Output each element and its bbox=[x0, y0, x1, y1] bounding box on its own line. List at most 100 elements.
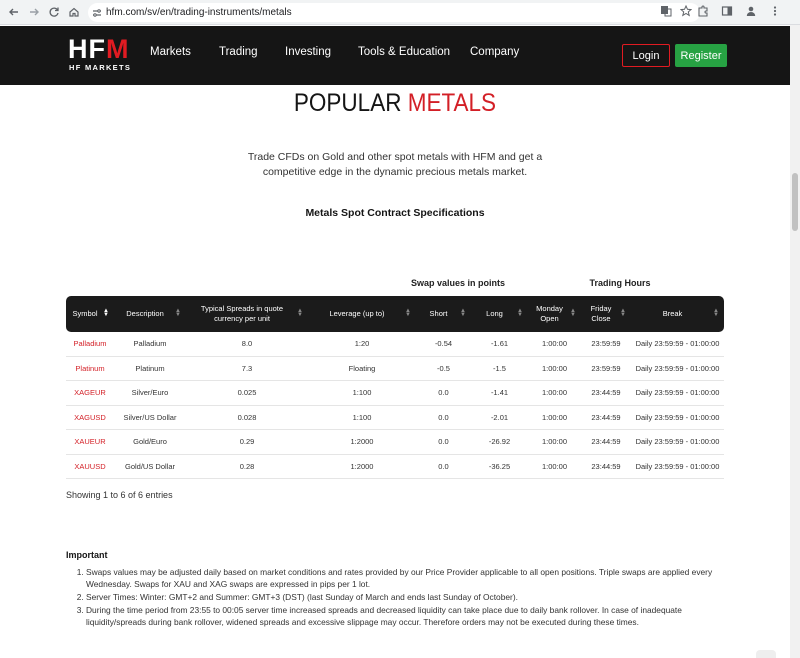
nav-markets[interactable]: Markets bbox=[150, 46, 191, 58]
cell-spread: 8.0 bbox=[186, 332, 308, 357]
col-header-label: Friday Close bbox=[590, 304, 612, 323]
cell-break: Daily 23:59:59 - 01:00:00 bbox=[631, 455, 724, 479]
col-header-symbol[interactable]: Symbol ▲ ▼ bbox=[66, 296, 114, 332]
cell-symbol[interactable]: Platinum bbox=[66, 357, 114, 381]
url-text: hfm.com/sv/en/trading-instruments/metals bbox=[106, 7, 292, 18]
sort-icon: ▲ ▼ bbox=[570, 308, 576, 318]
cell-monday-open: 1:00:00 bbox=[528, 430, 581, 455]
page-scrollbar[interactable] bbox=[790, 25, 800, 658]
col-header-spreads[interactable]: Typical Spreads in quote currency per un… bbox=[186, 296, 308, 332]
logo-subtitle: HF MARKETS bbox=[69, 63, 132, 72]
col-header-monday-open[interactable]: Monday Open ▲ ▼ bbox=[528, 296, 581, 332]
col-header-label: Break bbox=[662, 309, 683, 318]
cell-leverage: 1:100 bbox=[308, 406, 416, 430]
cell-description: Platinum bbox=[114, 357, 186, 381]
cell-monday-open: 1:00:00 bbox=[528, 332, 581, 357]
forward-icon[interactable] bbox=[23, 1, 45, 23]
floating-widget-edge bbox=[756, 650, 776, 658]
nav-company[interactable]: Company bbox=[470, 46, 519, 58]
cell-friday-close: 23:44:59 bbox=[581, 430, 631, 455]
cell-leverage: 1:100 bbox=[308, 381, 416, 406]
cell-long: -36.25 bbox=[471, 455, 528, 479]
cell-short: -0.5 bbox=[416, 357, 471, 381]
sort-icon: ▲ ▼ bbox=[620, 308, 626, 318]
extensions-icon[interactable] bbox=[696, 4, 710, 18]
cell-symbol[interactable]: XAUUSD bbox=[66, 455, 114, 479]
cell-long: -26.92 bbox=[471, 430, 528, 455]
important-heading: Important bbox=[66, 550, 108, 560]
trading-hours-group-label: Trading Hours bbox=[589, 278, 651, 288]
site-info-icon[interactable] bbox=[88, 8, 106, 18]
logo-mark: HFM bbox=[68, 34, 130, 64]
nav-investing[interactable]: Investing bbox=[285, 46, 331, 58]
table-body: Palladium Palladium 8.0 1:20 -0.54 -1.61 1:00:… bbox=[66, 332, 724, 479]
col-header-break[interactable]: Break ▲ ▼ bbox=[631, 296, 724, 332]
cell-spread: 0.025 bbox=[186, 381, 308, 406]
metals-spec-table: Symbol ▲ ▼ Description ▲ ▼ Typical Spreads i… bbox=[66, 296, 724, 479]
site-header: HFM HF MARKETS Markets Trading Investing… bbox=[0, 26, 790, 85]
cell-symbol[interactable]: XAGEUR bbox=[66, 381, 114, 406]
col-header-long[interactable]: Long ▲ ▼ bbox=[471, 296, 528, 332]
cell-friday-close: 23:44:59 bbox=[581, 381, 631, 406]
sort-icon: ▲ ▼ bbox=[297, 308, 303, 318]
cell-break: Daily 23:59:59 - 01:00:00 bbox=[631, 381, 724, 406]
title-part-1: POPULAR bbox=[293, 89, 408, 117]
nav-trading[interactable]: Trading bbox=[219, 46, 258, 58]
table-row: XAUEUR Gold/Euro 0.29 1:2000 0.0 -26.92 1:00:0… bbox=[66, 430, 724, 455]
swap-group-label: Swap values in points bbox=[410, 278, 506, 288]
col-header-friday-close[interactable]: Friday Close ▲ ▼ bbox=[581, 296, 631, 332]
register-button[interactable]: Register bbox=[675, 44, 727, 67]
cell-monday-open: 1:00:00 bbox=[528, 406, 581, 430]
scrollbar-thumb[interactable] bbox=[792, 173, 798, 231]
important-notes: Swaps values may be adjusted daily based… bbox=[76, 566, 726, 629]
sort-icon: ▲ ▼ bbox=[405, 308, 411, 318]
browser-toolbar: hfm.com/sv/en/trading-instruments/metals bbox=[0, 0, 800, 25]
page-title: POPULAR METALS bbox=[40, 89, 751, 118]
cell-description: Silver/Euro bbox=[114, 381, 186, 406]
profile-icon[interactable] bbox=[744, 4, 758, 18]
reload-icon[interactable] bbox=[43, 1, 65, 23]
sort-icon: ▲ ▼ bbox=[713, 308, 719, 318]
hfm-logo[interactable]: HFM HF MARKETS bbox=[68, 34, 136, 74]
cell-break: Daily 23:59:59 - 01:00:00 bbox=[631, 430, 724, 455]
col-header-leverage[interactable]: Leverage (up to) ▲ ▼ bbox=[308, 296, 416, 332]
table-row: XAGUSD Silver/US Dollar 0.028 1:100 0.0 -2.01… bbox=[66, 406, 724, 430]
col-header-description[interactable]: Description ▲ ▼ bbox=[114, 296, 186, 332]
cell-friday-close: 23:44:59 bbox=[581, 406, 631, 430]
cell-leverage: 1:2000 bbox=[308, 430, 416, 455]
login-button[interactable]: Login bbox=[622, 44, 670, 67]
intro-text: Trade CFDs on Gold and other spot metals… bbox=[247, 151, 543, 178]
col-header-label: Symbol bbox=[72, 309, 98, 318]
cell-short: 0.0 bbox=[416, 406, 471, 430]
cell-symbol[interactable]: XAGUSD bbox=[66, 406, 114, 430]
sort-asc-icon: ▲ ▼ bbox=[103, 308, 109, 318]
cell-leverage: 1:20 bbox=[308, 332, 416, 357]
col-header-short[interactable]: Short ▲ ▼ bbox=[416, 296, 471, 332]
cell-leverage: 1:2000 bbox=[308, 455, 416, 479]
back-icon[interactable] bbox=[3, 1, 25, 23]
table-row: XAGEUR Silver/Euro 0.025 1:100 0.0 -1.41 1:00:… bbox=[66, 381, 724, 406]
cell-break: Daily 23:59:59 - 01:00:00 bbox=[631, 357, 724, 381]
cell-short: -0.54 bbox=[416, 332, 471, 357]
cell-spread: 7.3 bbox=[186, 357, 308, 381]
cell-symbol[interactable]: XAUEUR bbox=[66, 430, 114, 455]
cell-friday-close: 23:59:59 bbox=[581, 332, 631, 357]
cell-description: Gold/Euro bbox=[114, 430, 186, 455]
col-header-label: Description bbox=[126, 309, 164, 318]
cell-symbol[interactable]: Palladium bbox=[66, 332, 114, 357]
cell-short: 0.0 bbox=[416, 430, 471, 455]
more-menu-icon[interactable] bbox=[768, 4, 782, 18]
note-item: Server Times: Winter: GMT+2 and Summer: … bbox=[86, 591, 726, 603]
cell-short: 0.0 bbox=[416, 381, 471, 406]
col-header-label: Leverage (up to) bbox=[329, 309, 385, 318]
col-header-label: Short bbox=[429, 309, 448, 318]
address-bar[interactable]: hfm.com/sv/en/trading-instruments/metals bbox=[88, 3, 700, 22]
sidebar-toggle-icon[interactable] bbox=[720, 4, 734, 18]
note-item: Swaps values may be adjusted daily based… bbox=[86, 566, 726, 590]
cell-description: Silver/US Dollar bbox=[114, 406, 186, 430]
nav-tools-education[interactable]: Tools & Education bbox=[358, 46, 450, 58]
translate-icon[interactable] bbox=[660, 5, 672, 20]
bookmark-star-icon[interactable] bbox=[679, 4, 693, 20]
table-row: Platinum Platinum 7.3 Floating -0.5 -1.5 1:00:… bbox=[66, 357, 724, 381]
home-icon[interactable] bbox=[63, 1, 85, 23]
